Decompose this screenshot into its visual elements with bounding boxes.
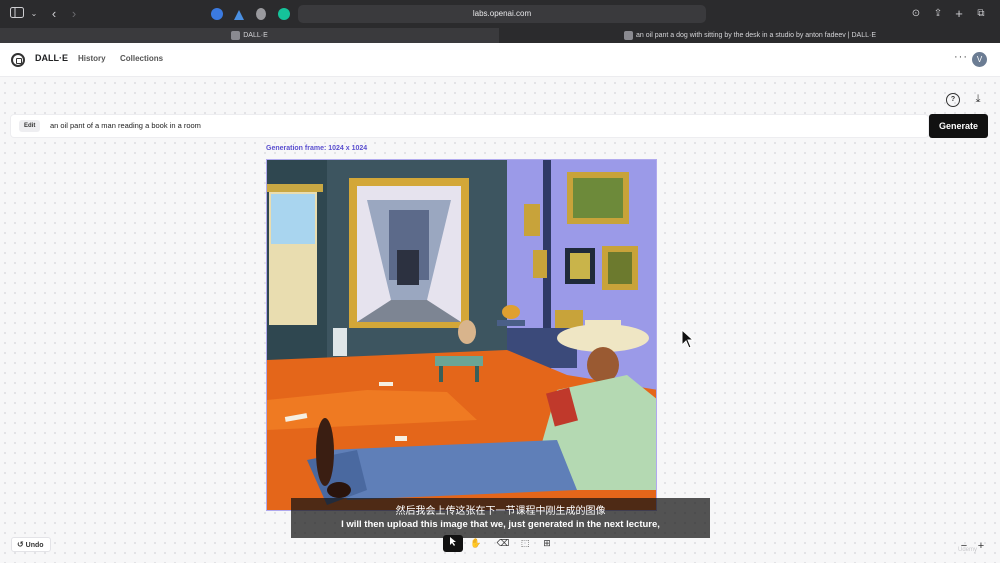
prompt-input[interactable]: an oil pant of a man reading a book in a… <box>50 121 201 130</box>
undo-label: Undo <box>25 542 44 549</box>
forward-icon[interactable]: › <box>68 6 80 22</box>
subtitle-english: I will then upload this image that we, j… <box>341 519 660 530</box>
download-image-icon[interactable]: ⤓ <box>971 92 985 106</box>
new-tab-icon[interactable]: + <box>953 6 965 22</box>
dalle-favicon-icon <box>624 30 634 40</box>
help-icon[interactable]: ? <box>946 93 960 107</box>
tab-label: DALL·E <box>243 32 268 39</box>
extension-warning-icon[interactable] <box>233 8 245 20</box>
prompt-bar: Edit an oil pant of a man reading a book… <box>11 115 928 137</box>
tab-dalle[interactable]: DALL·E <box>0 28 499 43</box>
avatar[interactable]: V <box>972 52 987 67</box>
undo-button[interactable]: ↺ Undo <box>11 537 51 552</box>
canvas-toolbar: ✋ ⌫ ⬚ ⊞ <box>443 535 558 552</box>
tab-strip: DALL·E an oil pant a dog with sitting by… <box>0 28 1000 43</box>
nav-history[interactable]: History <box>78 54 106 63</box>
app-header: DALL·E History Collections ··· V <box>0 43 1000 77</box>
dalle-favicon-icon <box>231 30 241 40</box>
generate-button[interactable]: Generate <box>929 114 988 138</box>
generated-image[interactable] <box>266 159 657 511</box>
tab-overview-icon[interactable]: ⧉ <box>975 6 987 22</box>
tab-label: an oil pant a dog with sitting by the de… <box>636 32 876 39</box>
subtitle-chinese: 然后我会上传这张在下一节课程中刚生成的图像 <box>395 506 606 517</box>
add-frame-icon[interactable]: ⬚ <box>515 535 535 552</box>
extension-shield-icon[interactable] <box>256 8 266 20</box>
more-options-icon[interactable]: ··· <box>954 51 968 63</box>
nav-collections[interactable]: Collections <box>120 54 163 63</box>
sidebar-toggle-icon[interactable] <box>10 6 24 22</box>
tab-dog-image[interactable]: an oil pant a dog with sitting by the de… <box>500 28 1000 43</box>
address-bar[interactable]: labs.openai.com <box>298 5 706 23</box>
download-icon[interactable]: ⊙ <box>910 6 922 22</box>
browser-toolbar: ⌄ ‹ › labs.openai.com ⊙ ⇪ + ⧉ <box>0 0 1000 28</box>
brand-name[interactable]: DALL·E <box>35 53 68 63</box>
chevron-down-icon[interactable]: ⌄ <box>29 6 39 22</box>
browser-chrome: ⌄ ‹ › labs.openai.com ⊙ ⇪ + ⧉ DALL·E an … <box>0 0 1000 43</box>
back-icon[interactable]: ‹ <box>48 6 60 22</box>
upload-image-icon[interactable]: ⊞ <box>537 535 557 552</box>
udemy-watermark: Udemy <box>958 547 978 553</box>
select-arrow-icon[interactable] <box>443 535 463 552</box>
extension-grammarly-icon[interactable] <box>278 8 290 20</box>
openai-logo-icon[interactable] <box>11 53 25 67</box>
generation-frame-label: Generation frame: 1024 x 1024 <box>266 145 368 152</box>
edit-mode-tag: Edit <box>19 120 41 132</box>
share-icon[interactable]: ⇪ <box>932 6 944 22</box>
hand-pan-icon[interactable]: ✋ <box>466 535 486 552</box>
mouse-cursor-icon <box>681 329 695 349</box>
url-text: labs.openai.com <box>472 9 532 18</box>
eraser-icon[interactable]: ⌫ <box>493 535 513 552</box>
extension-blue-icon[interactable] <box>211 8 223 20</box>
undo-icon: ↺ <box>17 540 24 549</box>
video-subtitle: 然后我会上传这张在下一节课程中刚生成的图像 I will then upload… <box>291 498 710 538</box>
